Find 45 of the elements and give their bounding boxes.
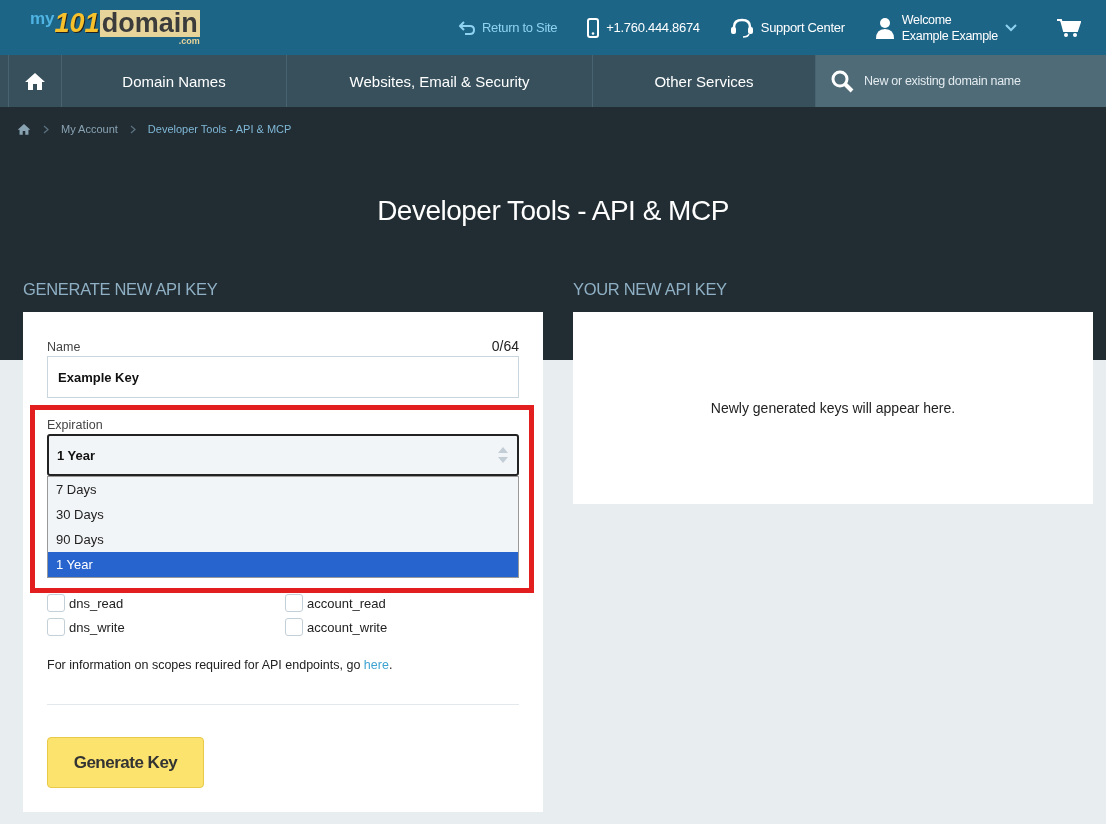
breadcrumb-link[interactable]: My Account	[61, 123, 118, 135]
cart-icon[interactable]	[1057, 17, 1081, 38]
return-to-site-link[interactable]: Return to Site	[459, 20, 558, 35]
checkbox[interactable]	[47, 594, 65, 612]
user-icon	[874, 16, 895, 39]
scope-label: dns_write	[69, 619, 125, 635]
nav-item[interactable]: Domain Names	[62, 55, 287, 107]
user-menu[interactable]: Welcome Example Example	[874, 11, 1017, 44]
dropdown-option[interactable]: 1 Year	[48, 552, 518, 577]
home-icon	[24, 72, 46, 90]
support-center-link[interactable]: Support Center	[729, 17, 845, 38]
phone-icon	[587, 17, 600, 38]
chevron-right-icon	[43, 124, 49, 134]
field-label: Expiration	[47, 418, 104, 432]
expiration-select[interactable]: 1 Year	[47, 434, 519, 476]
nav-item[interactable]: Websites, Email & Security	[287, 55, 593, 107]
generate-key-button[interactable]: Generate Key	[47, 737, 204, 788]
page-title: Developer Tools - API & MCP	[376, 195, 730, 227]
checkbox[interactable]	[285, 594, 303, 612]
name-input[interactable]: Example Key	[47, 356, 519, 398]
return-arrow-icon	[459, 20, 475, 35]
scopes-info-text: For information on scopes required for API endpoints, go here.	[47, 658, 394, 672]
sort-arrows-icon	[497, 446, 509, 464]
chevron-down-icon	[1005, 23, 1017, 32]
breadcrumb-link[interactable]: Developer Tools - API & MCP	[147, 123, 292, 135]
field-label: Name	[47, 340, 81, 354]
chevron-right-icon	[129, 124, 136, 134]
headset-icon	[729, 17, 754, 38]
dropdown-option[interactable]: 90 Days	[48, 527, 518, 552]
section-heading: GENERATE NEW API KEY	[23, 280, 219, 300]
domain-search-input[interactable]: New or existing domain name	[862, 73, 1076, 89]
checkbox[interactable]	[47, 618, 65, 636]
character-counter: 0/64	[491, 338, 519, 354]
empty-state-text: Newly generated keys will appear here.	[710, 400, 956, 416]
scope-label: dns_read	[69, 595, 124, 611]
phone-link[interactable]: +1.760.444.8674	[587, 17, 700, 38]
dropdown-option[interactable]: 7 Days	[48, 477, 518, 502]
scope-label: account_write	[307, 619, 388, 635]
search-icon	[830, 69, 854, 93]
section-heading: YOUR NEW API KEY	[573, 280, 728, 300]
home-icon[interactable]	[17, 123, 31, 135]
dropdown-option[interactable]: 30 Days	[48, 502, 518, 527]
checkbox[interactable]	[285, 618, 303, 636]
scope-label: account_read	[307, 595, 386, 611]
home-nav-button[interactable]	[8, 55, 62, 107]
